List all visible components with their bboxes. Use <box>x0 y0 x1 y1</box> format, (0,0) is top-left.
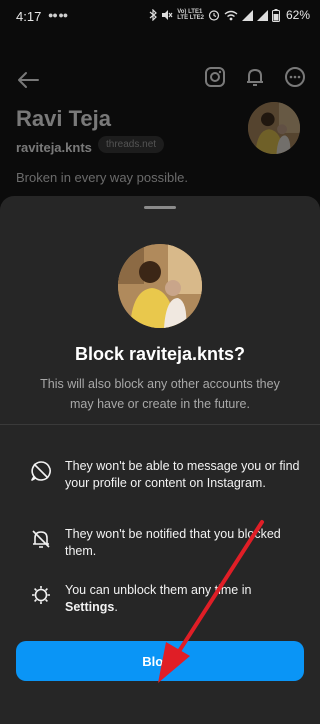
sheet-divider <box>0 424 320 425</box>
profile-bio: Broken in every way possible. <box>16 170 188 185</box>
status-bar: 4:17 ●● ●● Vo) LTE1 LTE LTE2 62% <box>0 0 320 32</box>
unblock-text: You can unblock them any time in <box>65 583 252 597</box>
block-consequence-text: You can unblock them any time in Setting… <box>65 582 300 616</box>
sheet-drag-handle[interactable] <box>144 206 176 209</box>
profile-background: Ravi Teja raviteja.knts threads.net Brok… <box>0 32 320 202</box>
alarm-icon <box>208 10 220 21</box>
blocked-user-avatar <box>118 244 202 328</box>
wifi-icon <box>224 10 238 20</box>
block-confirmation-sheet: Block raviteja.knts? This will also bloc… <box>0 196 320 724</box>
profile-avatar[interactable] <box>248 102 300 154</box>
network-label: Vo) LTE1 LTE LTE2 <box>177 9 204 21</box>
bell-slash-icon <box>32 530 50 548</box>
signal-icon <box>241 9 253 21</box>
battery-percent: 62% <box>285 8 310 22</box>
profile-actions <box>204 66 306 88</box>
profile-handle: raviteja.knts <box>16 140 92 155</box>
block-title: Block raviteja.knts? <box>74 344 246 364</box>
sim-indicator-icon: ●● ●● <box>48 10 68 20</box>
threads-badge[interactable]: threads.net <box>98 136 165 153</box>
network-line-2: LTE LTE2 <box>177 15 204 21</box>
more-options-icon[interactable] <box>284 66 306 88</box>
unblock-text-end: . <box>114 600 118 614</box>
status-right: Vo) LTE1 LTE LTE2 62% <box>149 8 310 22</box>
settings-gear-icon <box>32 586 50 604</box>
settings-link[interactable]: Settings <box>65 600 114 614</box>
block-consequence-text: They won't be able to message you or fin… <box>65 459 300 490</box>
message-slash-icon <box>31 461 51 481</box>
bluetooth-icon <box>149 9 158 21</box>
back-arrow-icon[interactable] <box>16 70 40 90</box>
mute-icon <box>162 10 173 20</box>
block-consequence-item: You can unblock them any time in Setting… <box>30 582 300 616</box>
signal-icon-2 <box>256 9 268 21</box>
block-consequence-text: They won't be notified that you blocked … <box>65 527 281 558</box>
notification-bell-icon[interactable] <box>244 66 266 88</box>
battery-icon <box>271 8 280 22</box>
profile-name: Ravi Teja <box>16 106 111 131</box>
instagram-icon[interactable] <box>204 66 226 88</box>
block-consequence-item: They won't be notified that you blocked … <box>30 526 300 560</box>
block-description: This will also block any other accounts … <box>40 377 280 411</box>
block-consequence-item: They won't be able to message you or fin… <box>30 458 300 492</box>
block-button[interactable]: Block <box>16 641 304 681</box>
status-time: 4:17 <box>16 9 42 24</box>
